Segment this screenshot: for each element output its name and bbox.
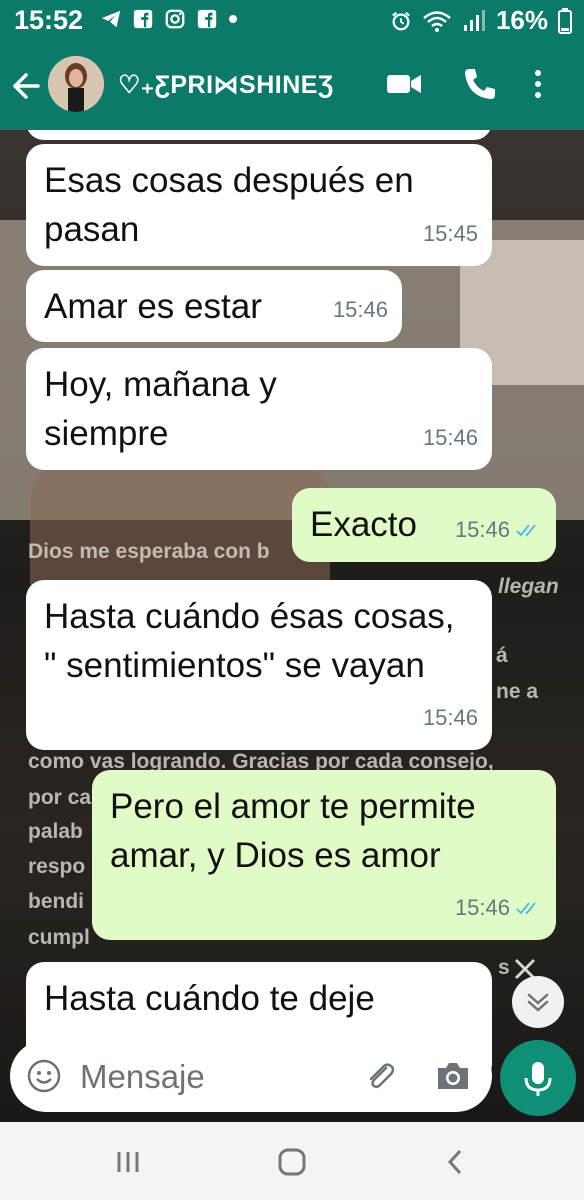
video-call-icon[interactable] — [384, 64, 424, 104]
notification-icons — [100, 8, 238, 30]
message-text: Esas cosas después en pasan — [44, 161, 414, 249]
telegram-icon — [101, 10, 121, 28]
voice-record-button[interactable] — [500, 1040, 576, 1116]
status-bar: 15:52 16% — [0, 0, 584, 44]
message-text: Hasta cuándo ésas cosas, " sentimientos"… — [44, 597, 455, 685]
message-incoming[interactable]: Esas cosas después en pasan 15:45 — [26, 144, 492, 266]
chevron-double-down-icon — [527, 993, 549, 1012]
background-text: por ca — [28, 786, 92, 809]
chat-background: Dios me esperaba con b llegan á ne a com… — [0, 130, 584, 1122]
message-text: Hasta cuándo te deje — [44, 979, 375, 1018]
message-time: 15:45 — [422, 221, 478, 246]
read-ticks-icon — [516, 523, 536, 536]
phone-call-icon[interactable] — [460, 64, 500, 104]
battery-level: 16% — [495, 5, 548, 35]
alarm-icon — [392, 11, 410, 30]
recent-apps-icon[interactable] — [112, 1146, 144, 1178]
background-text: respo — [28, 855, 86, 878]
chat-header: ♡₊ƸPRI⋈SHINEƷ — [0, 44, 584, 130]
message-input[interactable]: Mensaje — [10, 1040, 492, 1112]
background-text: ne a — [496, 680, 539, 703]
emoji-icon[interactable] — [26, 1058, 62, 1094]
message-incoming[interactable]: Hoy, mañana y siempre 15:46 — [26, 348, 492, 470]
system-nav-bar — [0, 1122, 584, 1200]
back-arrow-icon[interactable] — [10, 66, 42, 106]
message-outgoing[interactable]: Exacto 15:46 — [292, 488, 556, 562]
status-time: 15:52 — [14, 5, 84, 35]
background-text: cumpl — [28, 926, 90, 949]
contact-name[interactable]: ♡₊ƸPRI⋈SHINEƷ — [118, 70, 334, 100]
camera-icon[interactable] — [434, 1058, 472, 1094]
message-time: 15:46 — [455, 505, 542, 554]
mic-icon — [524, 1062, 552, 1096]
battery-icon — [558, 7, 572, 34]
background-text: Dios me esperaba con b — [28, 540, 270, 563]
message-text: Hoy, mañana y siempre — [44, 365, 277, 453]
message-bubble-partial — [26, 130, 492, 140]
background-text: llegan — [498, 575, 559, 598]
message-outgoing[interactable]: Pero el amor te permite amar, y Dios es … — [92, 770, 556, 940]
message-text: Pero el amor te permite amar, y Dios es … — [110, 787, 476, 875]
facebook-icon — [197, 9, 217, 29]
signal-icon — [463, 9, 485, 31]
home-icon[interactable] — [276, 1146, 308, 1178]
dot-icon — [229, 15, 237, 23]
read-ticks-icon — [516, 901, 536, 914]
background-text: s — [498, 956, 510, 979]
message-time: 15:46 — [455, 883, 542, 932]
background-text: bendi — [28, 890, 84, 913]
message-placeholder: Mensaje — [80, 1058, 205, 1095]
back-icon[interactable] — [440, 1146, 472, 1178]
background-text: á — [496, 644, 508, 667]
instagram-icon — [165, 9, 185, 29]
avatar-photo — [48, 56, 104, 112]
message-time: 15:46 — [422, 705, 478, 730]
composer-bar: Mensaje — [0, 1030, 584, 1122]
message-time: 15:46 — [332, 297, 388, 322]
message-time: 15:46 — [422, 425, 478, 450]
scroll-to-bottom-button[interactable] — [512, 976, 564, 1028]
background-text: palab — [28, 820, 83, 843]
message-incoming[interactable]: Hasta cuándo ésas cosas, " sentimientos"… — [26, 580, 492, 750]
more-options-icon[interactable] — [528, 64, 548, 104]
message-incoming[interactable]: Amar es estar 15:46 — [26, 270, 402, 342]
facebook-icon — [133, 9, 153, 29]
attach-icon[interactable] — [362, 1058, 398, 1094]
avatar[interactable] — [48, 56, 104, 112]
wifi-icon — [423, 10, 451, 32]
